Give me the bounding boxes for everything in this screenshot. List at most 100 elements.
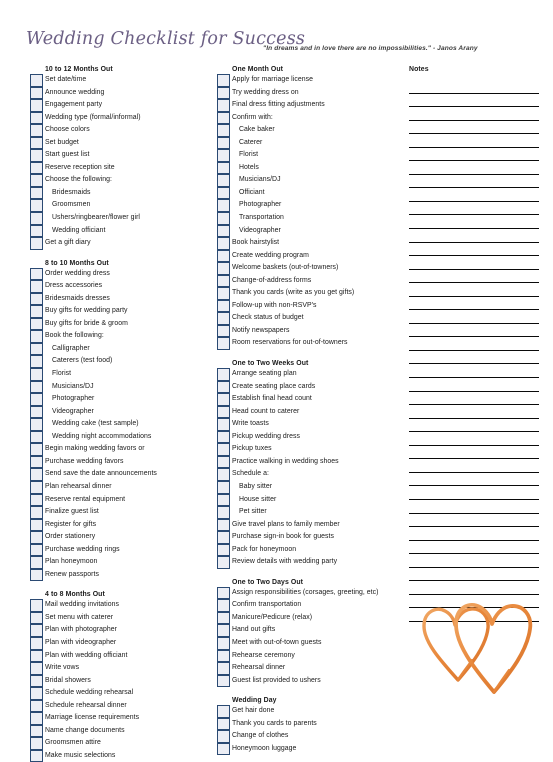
- checklist-item[interactable]: Establish final head count: [217, 393, 402, 406]
- checkbox-icon[interactable]: [217, 480, 230, 494]
- checklist-item[interactable]: Order stationery: [30, 531, 210, 544]
- checklist-item[interactable]: Bridesmaids dresses: [30, 292, 210, 306]
- checklist-item[interactable]: Assign responsibilities (corsages, greet…: [217, 586, 402, 600]
- notes-line[interactable]: [409, 107, 539, 121]
- checkbox-icon[interactable]: [30, 506, 43, 519]
- checkbox-icon[interactable]: [30, 292, 43, 306]
- checkbox-icon[interactable]: [30, 649, 43, 663]
- checkbox-icon[interactable]: [30, 662, 43, 675]
- checklist-item[interactable]: Musicians/DJ: [217, 174, 402, 187]
- checkbox-icon[interactable]: [30, 136, 43, 150]
- checkbox-icon[interactable]: [217, 380, 230, 394]
- checklist-item[interactable]: Engagement party: [30, 99, 210, 112]
- checklist-item[interactable]: Plan rehearsal dinner: [30, 480, 210, 494]
- checklist-item[interactable]: Meet with out-of-town guests: [217, 636, 402, 650]
- checkbox-icon[interactable]: [30, 543, 43, 557]
- checklist-item[interactable]: Rehearse ceremony: [217, 649, 402, 663]
- checklist-item[interactable]: Videographer: [217, 224, 402, 238]
- notes-line[interactable]: [409, 554, 539, 568]
- notes-line[interactable]: [409, 446, 539, 460]
- notes-line[interactable]: [409, 134, 539, 148]
- checklist-item[interactable]: Announce wedding: [30, 86, 210, 100]
- checkbox-icon[interactable]: [30, 124, 43, 137]
- checkbox-icon[interactable]: [30, 636, 43, 650]
- checkbox-icon[interactable]: [30, 405, 43, 419]
- checklist-item[interactable]: Plan with wedding officiant: [30, 649, 210, 663]
- checkbox-icon[interactable]: [30, 712, 43, 725]
- checkbox-icon[interactable]: [217, 149, 230, 162]
- checklist-item[interactable]: Rehearsal dinner: [217, 662, 402, 675]
- checkbox-icon[interactable]: [30, 430, 43, 444]
- checkbox-icon[interactable]: [217, 636, 230, 650]
- checkbox-icon[interactable]: [217, 493, 230, 507]
- checklist-item[interactable]: Transportation: [217, 212, 402, 225]
- checklist-item[interactable]: Check status of budget: [217, 312, 402, 325]
- checklist-item[interactable]: Book the following:: [30, 330, 210, 343]
- checkbox-icon[interactable]: [217, 705, 230, 718]
- checklist-item[interactable]: Set menu with caterer: [30, 611, 210, 625]
- notes-lines[interactable]: [409, 80, 539, 622]
- checkbox-icon[interactable]: [217, 443, 230, 456]
- checklist-item[interactable]: Confirm with:: [217, 111, 402, 125]
- checklist-item[interactable]: Renew passports: [30, 568, 210, 582]
- checklist-item[interactable]: Officiant: [217, 186, 402, 200]
- checkbox-icon[interactable]: [217, 287, 230, 300]
- checkbox-icon[interactable]: [217, 393, 230, 406]
- notes-line[interactable]: [409, 175, 539, 189]
- checkbox-icon[interactable]: [217, 136, 230, 150]
- checklist-item[interactable]: Schedule rehearsal dinner: [30, 699, 210, 713]
- checklist-item[interactable]: Schedule a:: [217, 468, 402, 481]
- checklist-item[interactable]: Try wedding dress on: [217, 86, 402, 100]
- checkbox-icon[interactable]: [30, 699, 43, 713]
- checkbox-icon[interactable]: [30, 749, 43, 762]
- checklist-item[interactable]: Pickup tuxes: [217, 443, 402, 456]
- checklist-item[interactable]: Register for gifts: [30, 518, 210, 532]
- checkbox-icon[interactable]: [30, 342, 43, 356]
- checklist-item[interactable]: Change-of-address forms: [217, 274, 402, 288]
- checklist-item[interactable]: Apply for marriage license: [217, 74, 402, 87]
- checklist-item[interactable]: Get a gift diary: [30, 237, 210, 250]
- checklist-item[interactable]: Bridal showers: [30, 674, 210, 688]
- checkbox-icon[interactable]: [30, 737, 43, 750]
- notes-line[interactable]: [409, 188, 539, 202]
- checklist-item[interactable]: Baby sitter: [217, 480, 402, 494]
- checkbox-icon[interactable]: [217, 312, 230, 325]
- checklist-item[interactable]: Name change documents: [30, 724, 210, 738]
- checkbox-icon[interactable]: [30, 531, 43, 544]
- checkbox-icon[interactable]: [30, 161, 43, 175]
- checklist-item[interactable]: Photographer: [217, 199, 402, 213]
- notes-line[interactable]: [409, 215, 539, 230]
- checkbox-icon[interactable]: [30, 368, 43, 381]
- checkbox-icon[interactable]: [217, 237, 230, 250]
- checklist-item[interactable]: Pet sitter: [217, 506, 402, 519]
- notes-line[interactable]: [409, 256, 539, 270]
- checklist-item[interactable]: Wedding night accommodations: [30, 430, 210, 444]
- checklist-item[interactable]: Bridesmaids: [30, 186, 210, 200]
- checkbox-icon[interactable]: [217, 262, 230, 275]
- checkbox-icon[interactable]: [30, 99, 43, 112]
- checkbox-icon[interactable]: [217, 556, 230, 569]
- checklist-item[interactable]: Honeymoon luggage: [217, 742, 402, 756]
- checkbox-icon[interactable]: [30, 199, 43, 213]
- checkbox-icon[interactable]: [30, 74, 43, 87]
- checklist-item[interactable]: Write vows: [30, 662, 210, 675]
- checkbox-icon[interactable]: [30, 455, 43, 469]
- checklist-item[interactable]: Groomsmen: [30, 199, 210, 213]
- checklist-item[interactable]: Notify newspapers: [217, 324, 402, 338]
- notes-line[interactable]: [409, 459, 539, 473]
- notes-line[interactable]: [409, 229, 539, 243]
- checklist-item[interactable]: Confirm transportation: [217, 599, 402, 612]
- checkbox-icon[interactable]: [217, 368, 230, 381]
- checkbox-icon[interactable]: [217, 611, 230, 625]
- checklist-item[interactable]: Buy gifts for bride & groom: [30, 317, 210, 331]
- checkbox-icon[interactable]: [217, 199, 230, 213]
- notes-line[interactable]: [409, 500, 539, 514]
- checkbox-icon[interactable]: [30, 493, 43, 507]
- checklist-item[interactable]: Set budget: [30, 136, 210, 150]
- checkbox-icon[interactable]: [217, 186, 230, 200]
- notes-line[interactable]: [409, 121, 539, 135]
- checkbox-icon[interactable]: [217, 543, 230, 557]
- notes-line[interactable]: [409, 324, 539, 338]
- checklist-item[interactable]: Choose the following:: [30, 174, 210, 187]
- checkbox-icon[interactable]: [30, 149, 43, 162]
